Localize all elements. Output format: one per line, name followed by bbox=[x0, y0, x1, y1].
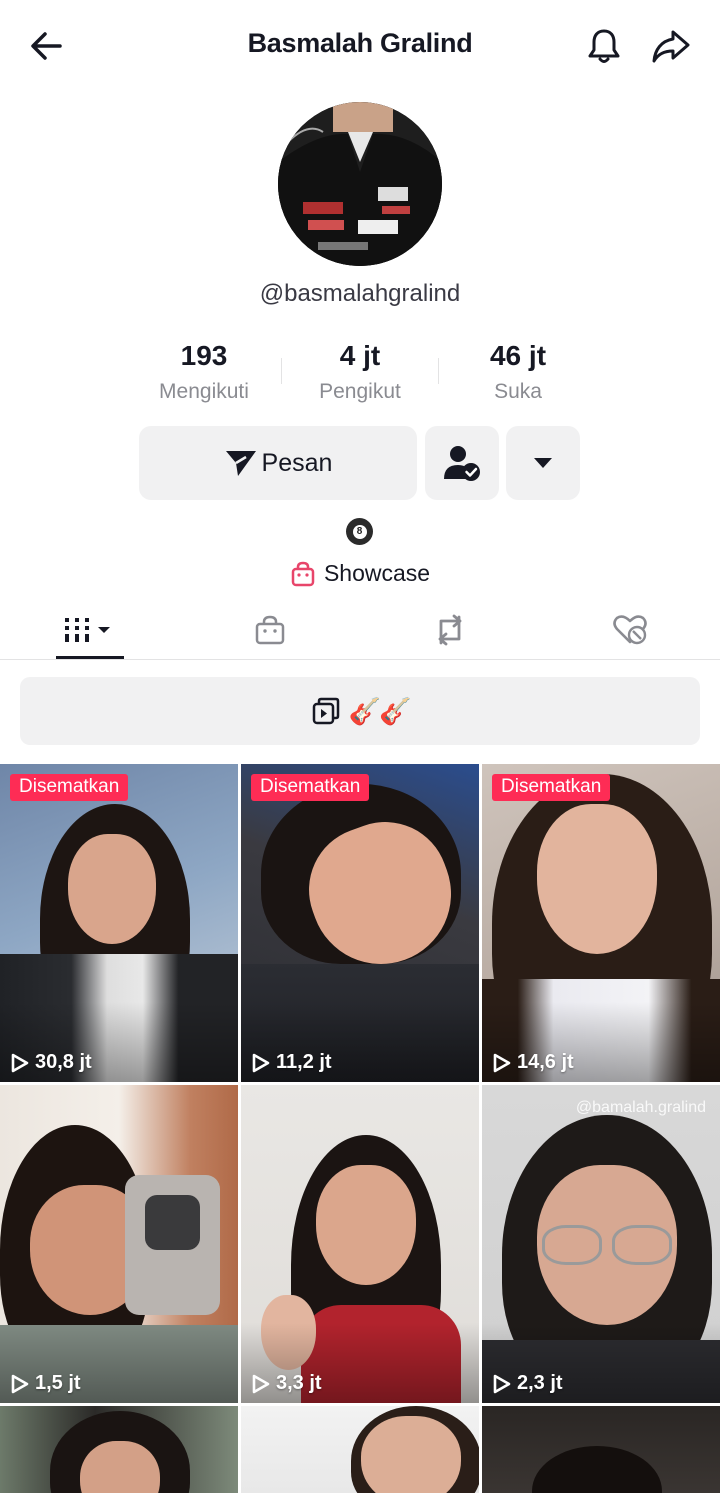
watermark: @bamalah.gralind bbox=[575, 1099, 706, 1116]
shopping-bag-icon bbox=[291, 561, 315, 586]
grid-icon bbox=[65, 618, 110, 642]
play-icon bbox=[252, 1374, 270, 1393]
playlist-label: 🎸🎸 bbox=[348, 695, 412, 726]
video-tile[interactable] bbox=[0, 1406, 238, 1493]
pinned-badge: Disematkan bbox=[10, 774, 129, 801]
view-count: 30,8 jt bbox=[10, 1051, 92, 1074]
video-tile[interactable]: 1,5 jt bbox=[0, 1085, 238, 1403]
showcase-link[interactable]: Showcase bbox=[0, 560, 720, 587]
play-icon bbox=[11, 1053, 29, 1072]
hidden-likes-icon bbox=[613, 615, 647, 645]
view-count-value: 11,2 jt bbox=[276, 1051, 332, 1073]
pinned-badge: Disematkan bbox=[251, 774, 370, 801]
showcase-label: Showcase bbox=[323, 560, 431, 586]
stats-divider bbox=[438, 358, 439, 384]
followers-label: Pengikut bbox=[319, 380, 401, 403]
stat-likes[interactable]: 46 jt Suka bbox=[438, 340, 598, 404]
following-count: 193 bbox=[180, 340, 228, 371]
profile-actions: Pesan bbox=[0, 426, 720, 500]
play-icon bbox=[493, 1053, 511, 1072]
message-button[interactable]: Pesan bbox=[139, 426, 417, 500]
play-icon bbox=[493, 1374, 511, 1393]
notification-button[interactable] bbox=[578, 20, 630, 72]
view-count-value: 2,3 jt bbox=[517, 1372, 563, 1394]
followers-count: 4 jt bbox=[339, 340, 381, 371]
video-tile[interactable]: Disematkan 11,2 jt bbox=[241, 764, 479, 1082]
avatar[interactable] bbox=[278, 102, 442, 266]
badge-label: 8 bbox=[352, 524, 367, 539]
following-label: Mengikuti bbox=[159, 380, 249, 403]
video-tile[interactable] bbox=[482, 1406, 720, 1493]
tab-shop[interactable] bbox=[180, 600, 360, 660]
arrow-left-icon bbox=[31, 32, 62, 60]
page-title: Basmalah Gralind bbox=[247, 28, 473, 58]
message-label: Pesan bbox=[261, 448, 333, 477]
likes-count: 46 jt bbox=[489, 340, 547, 371]
playlist-button[interactable]: 🎸🎸 bbox=[20, 677, 700, 745]
active-tab-indicator bbox=[56, 656, 124, 659]
following-status-button[interactable] bbox=[425, 426, 499, 500]
play-icon bbox=[11, 1374, 29, 1393]
view-count: 1,5 jt bbox=[10, 1372, 81, 1395]
video-tile[interactable]: 3,3 jt bbox=[241, 1085, 479, 1403]
share-icon bbox=[652, 30, 690, 63]
view-count-value: 1,5 jt bbox=[35, 1372, 81, 1394]
view-count: 14,6 jt bbox=[492, 1051, 574, 1074]
playlist-icon bbox=[312, 697, 339, 725]
tab-videos[interactable] bbox=[0, 600, 180, 660]
suggested-accounts-button[interactable] bbox=[506, 426, 580, 500]
view-count: 2,3 jt bbox=[492, 1372, 563, 1395]
username: @basmalahgralind bbox=[259, 280, 461, 307]
view-count-value: 14,6 jt bbox=[517, 1051, 574, 1073]
video-tile[interactable]: @bamalah.gralind 2,3 jt bbox=[482, 1085, 720, 1403]
view-count-value: 30,8 jt bbox=[35, 1051, 92, 1073]
shopping-bag-icon bbox=[255, 615, 285, 645]
send-icon bbox=[225, 451, 256, 476]
profile-header: Basmalah Gralind bbox=[0, 0, 720, 90]
user-check-icon bbox=[444, 446, 480, 481]
likes-label: Suka bbox=[494, 380, 542, 403]
profile-stats: 193 Mengikuti 4 jt Pengikut 46 jt Suka bbox=[0, 340, 720, 412]
stat-followers[interactable]: 4 jt Pengikut bbox=[280, 340, 440, 404]
tab-reposts[interactable] bbox=[360, 600, 540, 660]
view-count-value: 3,3 jt bbox=[276, 1372, 322, 1394]
video-tile[interactable]: Disematkan 14,6 jt bbox=[482, 764, 720, 1082]
avatar-image bbox=[278, 102, 442, 266]
eight-ball-badge[interactable]: 8 bbox=[346, 518, 373, 545]
video-tile[interactable] bbox=[241, 1406, 479, 1493]
play-icon bbox=[252, 1053, 270, 1072]
caret-down-icon bbox=[534, 458, 552, 468]
pinned-badge: Disematkan bbox=[492, 774, 611, 801]
stats-divider bbox=[281, 358, 282, 384]
back-button[interactable] bbox=[20, 20, 72, 72]
tab-liked[interactable] bbox=[540, 600, 720, 660]
view-count: 11,2 jt bbox=[251, 1051, 332, 1074]
bell-icon bbox=[588, 29, 620, 63]
view-count: 3,3 jt bbox=[251, 1372, 322, 1395]
content-tabs bbox=[0, 600, 720, 660]
video-tile[interactable]: Disematkan 30,8 jt bbox=[0, 764, 238, 1082]
stat-following[interactable]: 193 Mengikuti bbox=[124, 340, 284, 404]
repost-icon bbox=[438, 614, 462, 646]
share-button[interactable] bbox=[645, 20, 697, 72]
